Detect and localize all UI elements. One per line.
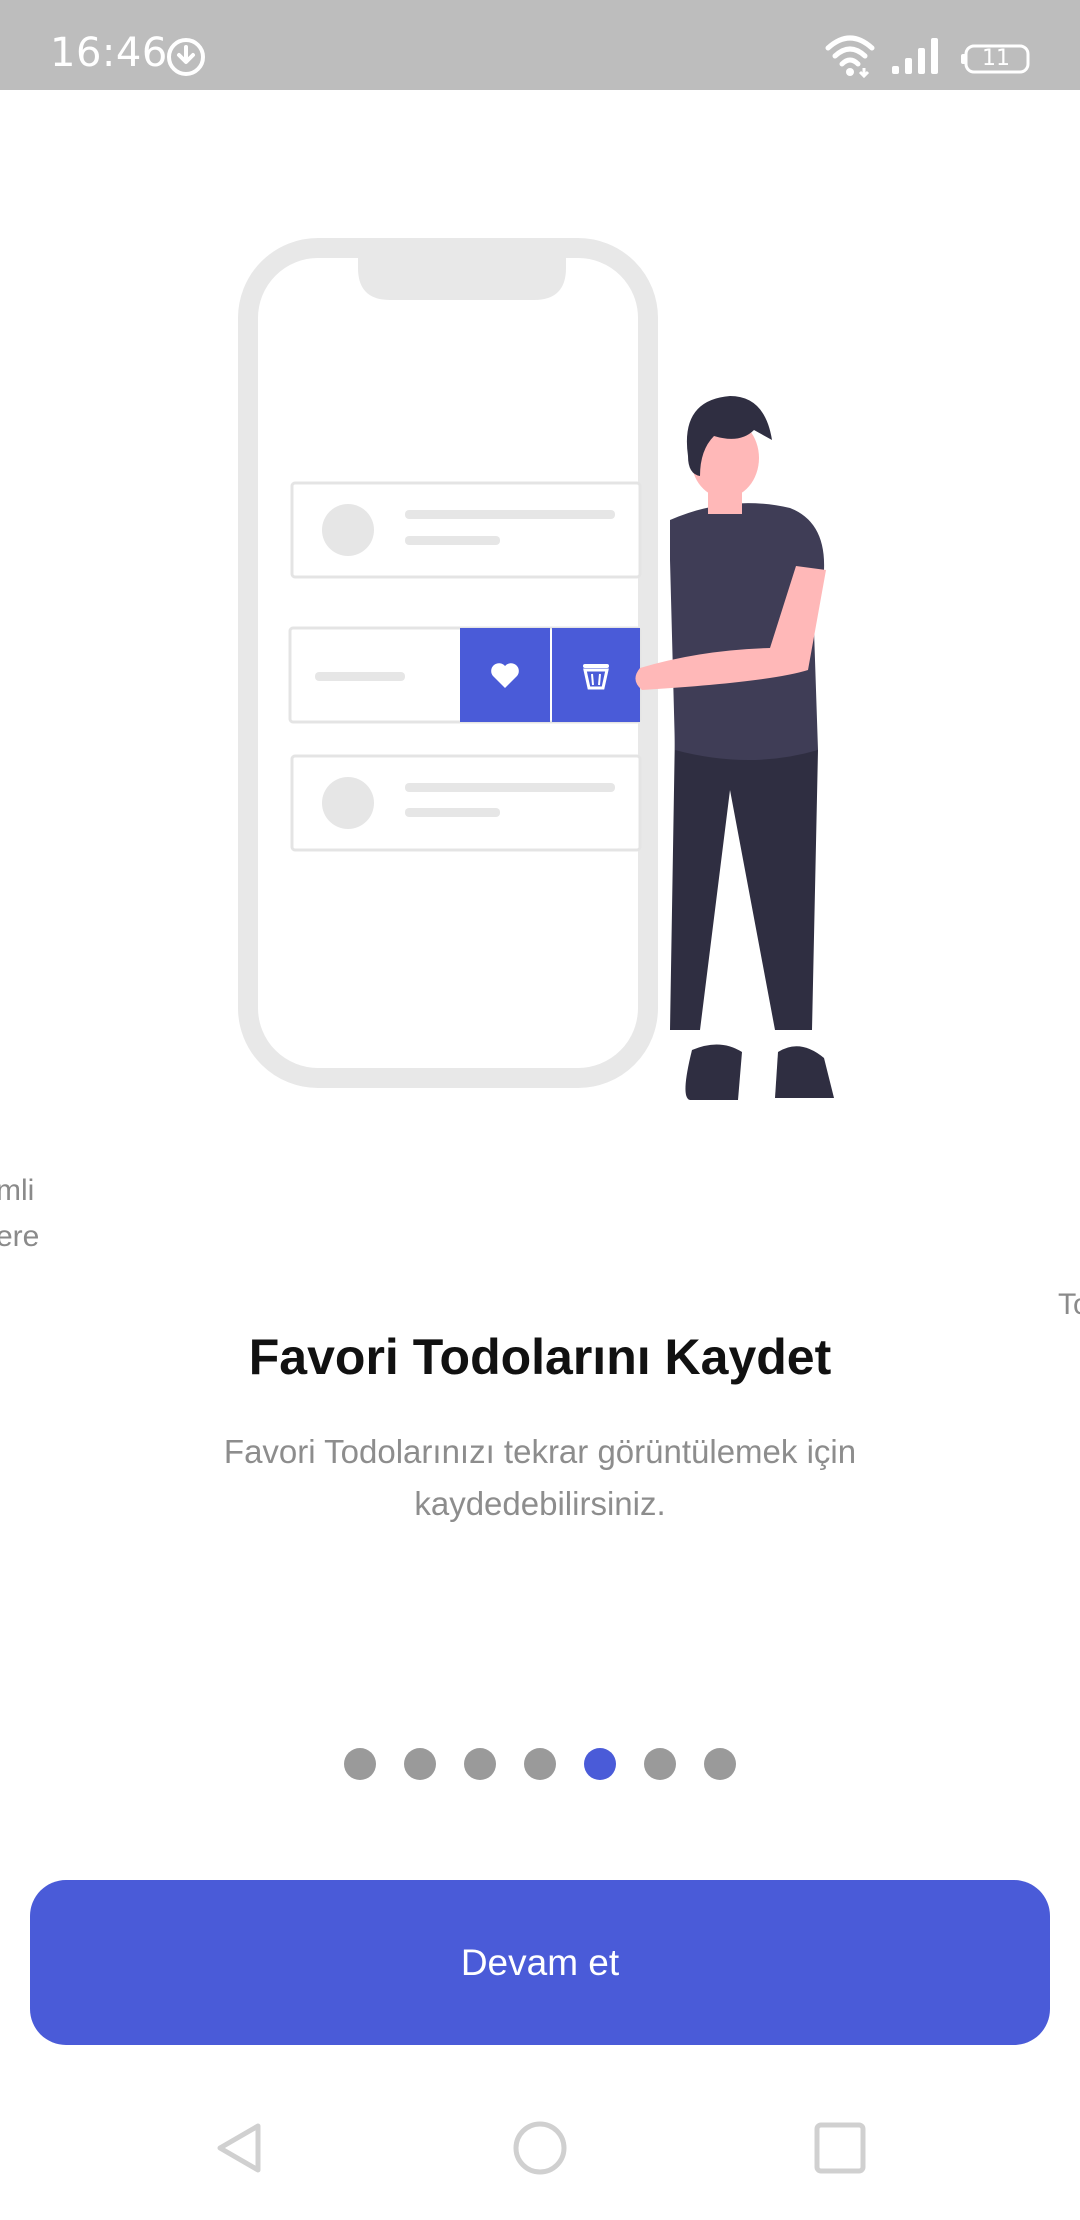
- continue-button[interactable]: Devam et: [30, 1880, 1050, 2045]
- battery-level: 11: [982, 46, 1010, 71]
- page-dot-6[interactable]: [644, 1748, 676, 1780]
- home-icon[interactable]: [512, 2120, 568, 2176]
- recent-apps-icon[interactable]: [812, 2120, 868, 2176]
- signal-icon: [892, 38, 938, 74]
- page-dot-5-active[interactable]: [584, 1748, 616, 1780]
- page-dot-3[interactable]: [464, 1748, 496, 1780]
- previous-slide-peek: mli ere: [0, 1174, 40, 1253]
- page-dot-7[interactable]: [704, 1748, 736, 1780]
- status-bar: 16:46 11: [0, 0, 1080, 90]
- person-illustration: [635, 396, 834, 1100]
- status-time: 16:46: [50, 30, 168, 76]
- page-dot-4[interactable]: [524, 1748, 556, 1780]
- next-slide-peek: To: [1058, 1288, 1080, 1321]
- page-dot-2[interactable]: [404, 1748, 436, 1780]
- page-indicator: [0, 1748, 1080, 1780]
- slide-description: Favori Todolarınızı tekrar görüntülemek …: [223, 1433, 857, 1522]
- page-dot-1[interactable]: [344, 1748, 376, 1780]
- back-icon[interactable]: [212, 2120, 268, 2176]
- phone-illustration: [238, 238, 658, 1088]
- wifi-icon: [825, 35, 875, 78]
- onboarding-illustration: [238, 238, 834, 1100]
- download-icon: [167, 38, 205, 76]
- slide-title: Favori Todolarını Kaydet: [248, 1329, 832, 1385]
